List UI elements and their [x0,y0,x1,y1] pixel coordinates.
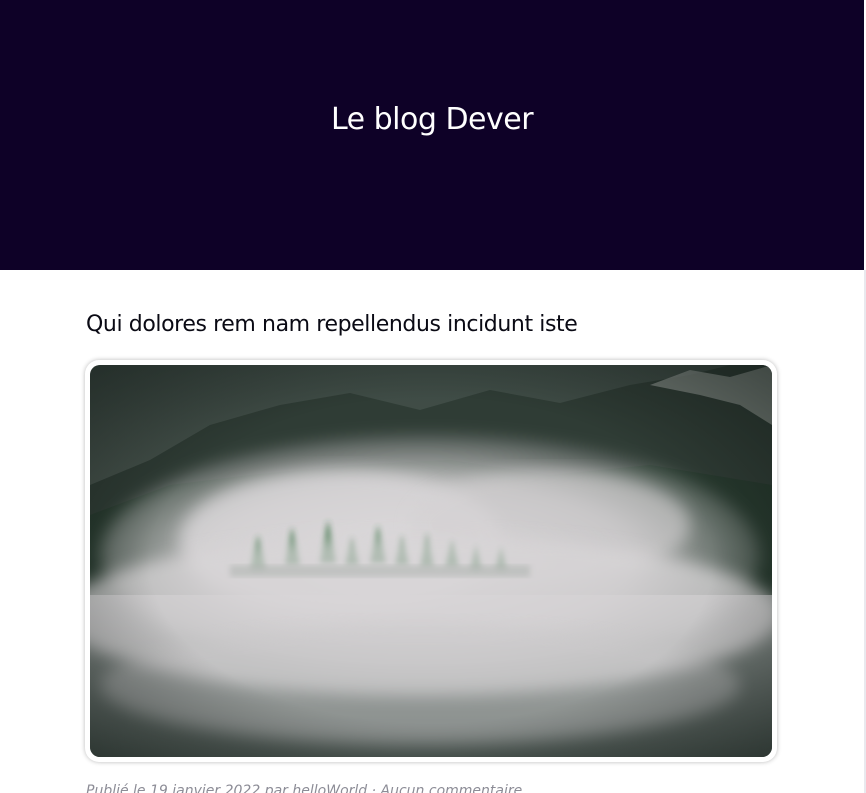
by-label: par [264,783,288,793]
site-title[interactable]: Le blog Dever [0,100,864,140]
post-title[interactable]: Qui dolores rem nam repellendus incidunt… [86,309,578,341]
published-label: Publié le [86,783,146,793]
meta-separator: · [371,783,377,793]
site-header: Le blog Dever [0,0,864,270]
post-date-link[interactable]: 19 janvier 2022 [150,783,260,793]
misty-lake-image [90,365,772,757]
post-featured-image[interactable] [85,360,777,762]
post-meta: Publié le 19 janvier 2022 par helloWorld… [86,781,522,793]
comments-link[interactable]: Aucun commentaire [381,783,523,793]
author-link[interactable]: helloWorld [292,783,367,793]
page: Le blog Dever Qui dolores rem nam repell… [0,0,866,793]
